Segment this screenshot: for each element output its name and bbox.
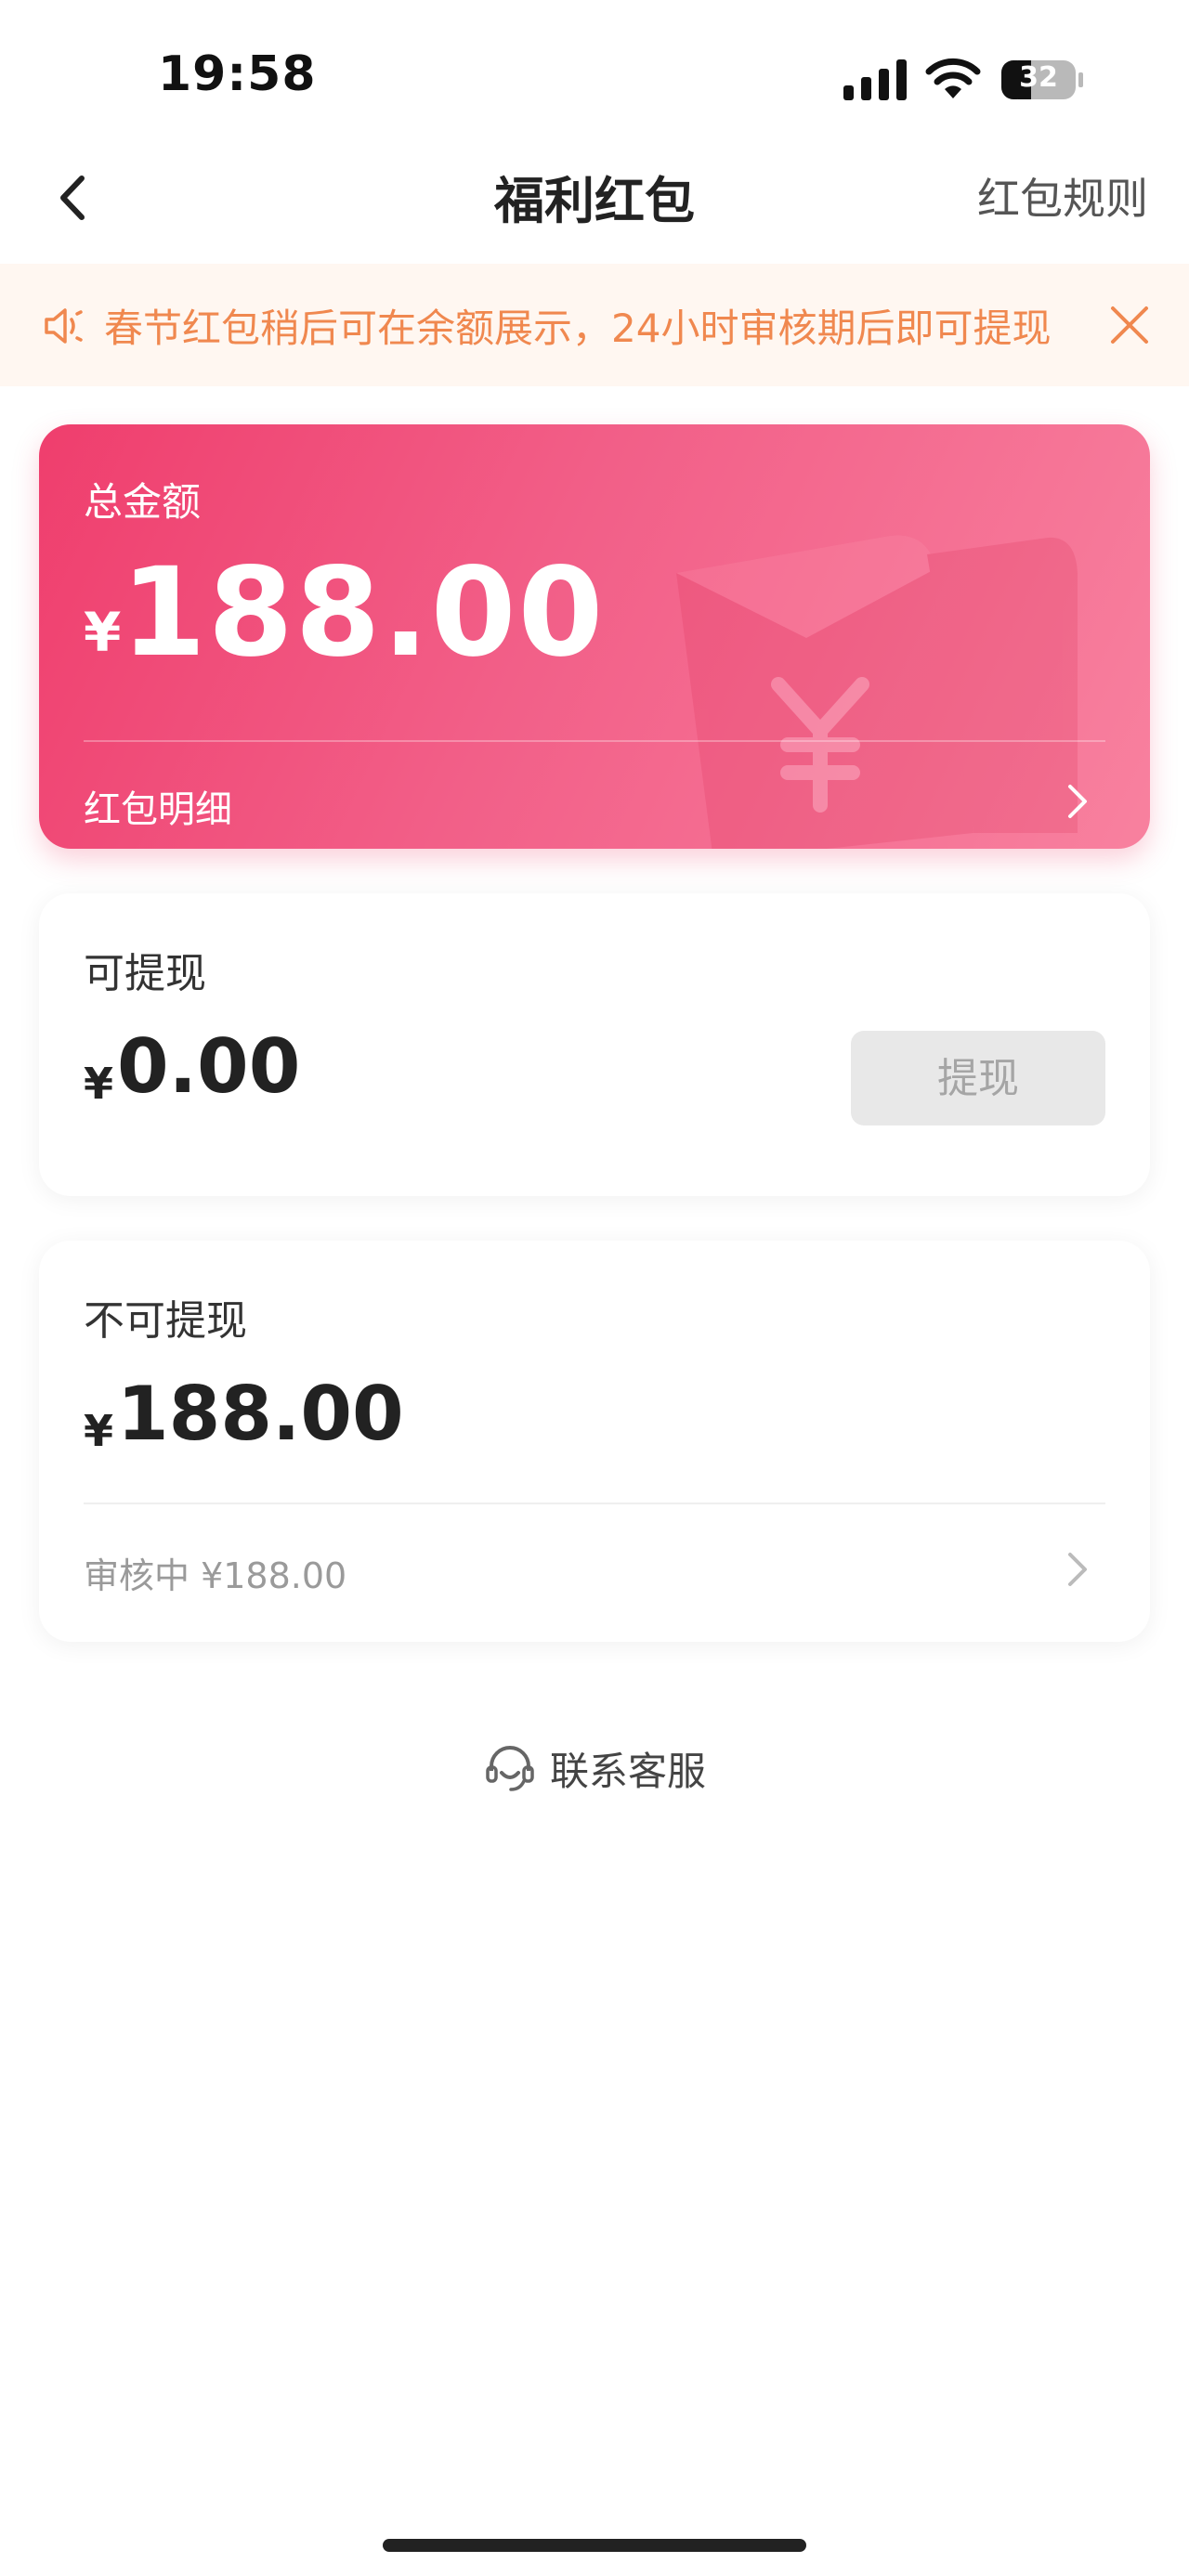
rules-link[interactable]: 红包规则 [977, 165, 1148, 227]
total-amount-card: 总金额 ¥ 188.00 红包明细 [39, 424, 1150, 849]
envelope-detail-link[interactable]: 红包明细 [84, 779, 232, 833]
chevron-right-icon[interactable] [1059, 1547, 1096, 1592]
divider [84, 1503, 1105, 1504]
notice-banner: 春节红包稍后可在余额展示，24小时审核期后即可提现 [0, 264, 1189, 386]
speaker-icon [45, 308, 83, 344]
battery-level: 32 [1019, 61, 1058, 94]
headset-icon [486, 1746, 534, 1791]
non-withdrawable-label: 不可提现 [84, 1297, 247, 1345]
wifi-icon [925, 58, 981, 98]
withdrawable-card: 可提现 ¥ 0.00 提现 [39, 893, 1150, 1196]
home-indicator[interactable] [383, 2539, 806, 2552]
red-envelope-watermark-icon [676, 535, 1078, 849]
currency-symbol: ¥ [84, 1059, 114, 1109]
notice-text: 春节红包稍后可在余额展示，24小时审核期后即可提现 [104, 306, 1052, 351]
total-amount: 188.00 [121, 541, 606, 684]
navbar: 福利红包 红包规则 [0, 139, 1189, 266]
status-time: 19:58 [158, 46, 317, 102]
withdrawable-label: 可提现 [84, 950, 206, 997]
total-label: 总金额 [84, 479, 202, 525]
non-withdrawable-amount: 188.00 [117, 1371, 404, 1457]
chevron-right-icon[interactable] [1059, 779, 1096, 824]
signal-icon [843, 59, 907, 100]
withdrawable-amount: 0.00 [117, 1023, 301, 1110]
status-bar: 19:58 32 [0, 0, 1189, 139]
under-review-link[interactable]: 审核中 ¥188.00 [84, 1547, 346, 1598]
currency-symbol: ¥ [84, 1406, 114, 1456]
contact-service-link[interactable]: 联系客服 [483, 1738, 706, 1798]
divider [84, 740, 1105, 742]
currency-symbol: ¥ [84, 601, 122, 664]
non-withdrawable-card: 不可提现 ¥ 188.00 审核中 ¥188.00 [39, 1241, 1150, 1642]
close-icon[interactable] [1105, 301, 1154, 349]
withdraw-button[interactable]: 提现 [851, 1031, 1105, 1125]
contact-service-label: 联系客服 [550, 1748, 707, 1794]
